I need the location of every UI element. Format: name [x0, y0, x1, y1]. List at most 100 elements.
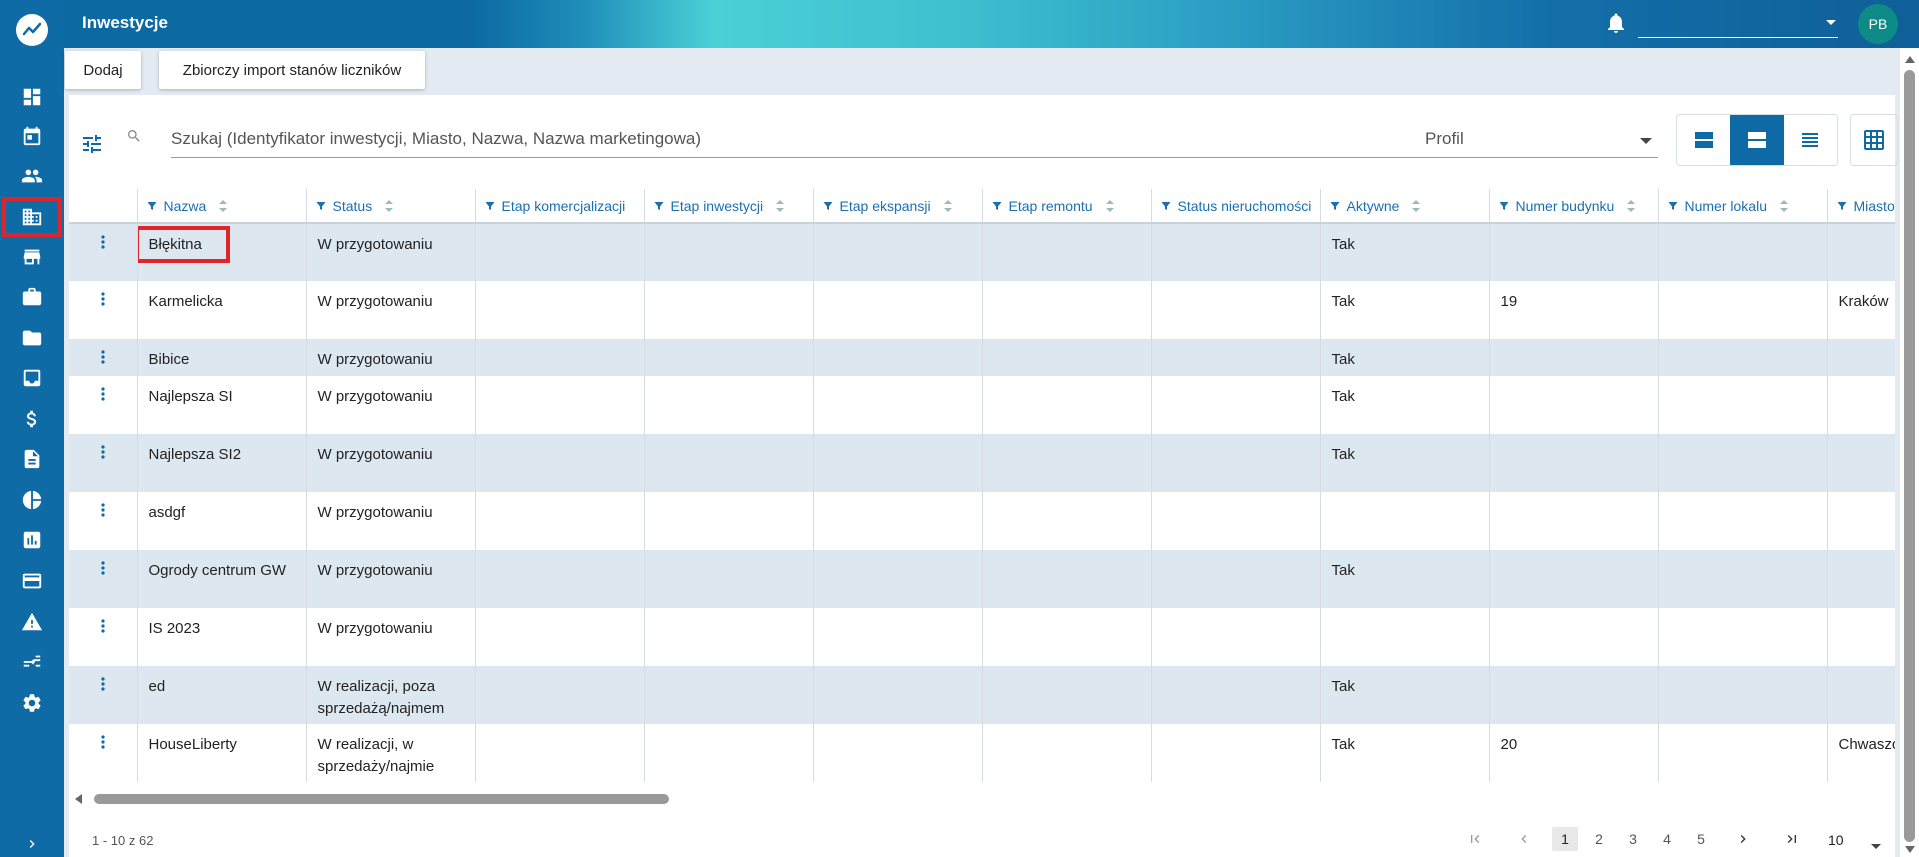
cell-name[interactable]: Bibice [137, 339, 307, 376]
sidebar-item-briefcase[interactable] [0, 277, 64, 317]
page-1-button[interactable]: 1 [1552, 827, 1578, 851]
sort-icon[interactable] [218, 199, 228, 213]
sidebar-item-folder[interactable] [0, 318, 64, 358]
add-button[interactable]: Dodaj [65, 51, 141, 89]
row-menu-button[interactable] [69, 376, 138, 434]
context-select[interactable] [1638, 10, 1838, 38]
sidebar-item-store[interactable] [0, 237, 64, 277]
sidebar-item-settings[interactable] [0, 683, 64, 723]
page-2-button[interactable]: 2 [1586, 827, 1612, 851]
page-size-select[interactable]: 10 [1828, 832, 1844, 848]
sort-icon[interactable] [943, 199, 953, 213]
cell-name[interactable]: Najlepsza SI2 [137, 434, 307, 492]
scroll-down-icon[interactable] [1905, 846, 1915, 853]
app-logo[interactable] [16, 14, 48, 46]
cell-name[interactable]: Najlepsza SI [137, 376, 307, 434]
filters-button[interactable] [80, 132, 104, 161]
column-header[interactable]: Nazwa [137, 189, 307, 224]
page-4-button[interactable]: 4 [1654, 827, 1680, 851]
filter-icon[interactable] [1498, 200, 1510, 212]
table-row[interactable]: Błękitna W przygotowaniu Tak [69, 223, 1895, 281]
table-row[interactable]: Karmelicka W przygotowaniu Tak 19 Kraków [69, 281, 1895, 339]
column-header[interactable]: Aktywne [1320, 189, 1490, 224]
filter-icon[interactable] [1160, 200, 1172, 212]
column-header[interactable]: Miasto [1827, 189, 1895, 224]
filter-icon[interactable] [484, 200, 496, 212]
filter-icon[interactable] [1836, 200, 1848, 212]
page-5-button[interactable]: 5 [1688, 827, 1714, 851]
column-header[interactable]: Etap ekspansji [813, 189, 983, 224]
sidebar-item-transfers[interactable] [0, 642, 64, 682]
table-row[interactable]: Bibice W przygotowaniu Tak [69, 339, 1895, 376]
table-row[interactable]: HouseLiberty W realizacji, w sprzedaży/n… [69, 724, 1895, 782]
filter-icon[interactable] [146, 200, 158, 212]
cell-name[interactable]: Karmelicka [137, 281, 307, 339]
chevron-down-icon[interactable] [1871, 844, 1881, 849]
sidebar-expand-button[interactable] [0, 829, 64, 857]
column-header[interactable]: Numer budynku [1489, 189, 1659, 224]
previous-page-button[interactable] [1512, 827, 1536, 851]
scroll-left-icon[interactable] [75, 794, 82, 804]
next-page-button[interactable] [1731, 827, 1755, 851]
column-header[interactable]: Numer lokalu [1658, 189, 1828, 224]
filter-icon[interactable] [991, 200, 1003, 212]
sort-icon[interactable] [1105, 199, 1115, 213]
density-medium-button[interactable] [1730, 115, 1784, 165]
sidebar-item-analytics[interactable] [0, 480, 64, 520]
user-avatar[interactable]: PB [1858, 4, 1898, 44]
sidebar-item-investments[interactable] [2, 197, 62, 237]
cell-name[interactable]: Ogrody centrum GW [137, 550, 307, 608]
row-menu-button[interactable] [69, 281, 138, 339]
table-row[interactable]: Najlepsza SI2 W przygotowaniu Tak [69, 434, 1895, 492]
scrollbar-thumb[interactable] [1904, 70, 1915, 842]
sidebar-item-finance[interactable] [0, 399, 64, 439]
sidebar-item-payments[interactable] [0, 561, 64, 601]
sidebar-item-dashboard[interactable] [0, 77, 64, 117]
cell-name[interactable]: HouseLiberty [137, 724, 307, 782]
sidebar-item-people[interactable] [0, 156, 64, 196]
cell-name[interactable]: ed [137, 666, 307, 724]
row-menu-button[interactable] [69, 608, 138, 666]
table-row[interactable]: ed W realizacji, poza sprzedażą/najmem T… [69, 666, 1895, 724]
first-page-button[interactable] [1463, 827, 1487, 851]
column-chooser-button[interactable] [1850, 114, 1898, 166]
row-menu-button[interactable] [69, 492, 138, 550]
table-row[interactable]: IS 2023 W przygotowaniu [69, 608, 1895, 666]
column-header[interactable]: Etap inwestycji [644, 189, 814, 224]
filter-icon[interactable] [315, 200, 327, 212]
last-page-button[interactable] [1780, 827, 1804, 851]
sidebar-item-reports[interactable] [0, 520, 64, 560]
sort-icon[interactable] [1411, 199, 1421, 213]
table-row[interactable]: Ogrody centrum GW W przygotowaniu Tak [69, 550, 1895, 608]
row-menu-button[interactable] [69, 223, 138, 281]
horizontal-scrollbar[interactable] [69, 791, 1895, 807]
scrollbar-thumb[interactable] [94, 794, 669, 804]
row-menu-button[interactable] [69, 724, 138, 782]
search-input[interactable]: Szukaj (Identyfikator inwestycji, Miasto… [171, 120, 1477, 158]
sort-icon[interactable] [384, 199, 394, 213]
filter-icon[interactable] [822, 200, 834, 212]
row-menu-button[interactable] [69, 550, 138, 608]
filter-icon[interactable] [1667, 200, 1679, 212]
cell-name[interactable]: asdgf [137, 492, 307, 550]
row-menu-button[interactable] [69, 339, 138, 376]
density-large-button[interactable] [1677, 115, 1730, 165]
notifications-button[interactable] [1604, 11, 1628, 40]
sort-icon[interactable] [1779, 199, 1789, 213]
sort-icon[interactable] [775, 199, 785, 213]
vertical-scrollbar[interactable] [1900, 48, 1919, 857]
sidebar-item-inbox[interactable] [0, 358, 64, 398]
row-menu-button[interactable] [69, 434, 138, 492]
sidebar-item-documents[interactable] [0, 439, 64, 479]
column-header[interactable]: Etap remontu [982, 189, 1152, 224]
scroll-up-icon[interactable] [1905, 56, 1915, 63]
sort-icon[interactable] [1626, 199, 1636, 213]
filter-icon[interactable] [653, 200, 665, 212]
sidebar-item-calendar[interactable] [0, 116, 64, 156]
column-header[interactable]: Status nieruchomości [1151, 189, 1321, 224]
filter-icon[interactable] [1329, 200, 1341, 212]
cell-name[interactable]: Błękitna [137, 223, 307, 281]
cell-name[interactable]: IS 2023 [137, 608, 307, 666]
row-menu-button[interactable] [69, 666, 138, 724]
profile-select[interactable]: Profil [1425, 120, 1658, 158]
